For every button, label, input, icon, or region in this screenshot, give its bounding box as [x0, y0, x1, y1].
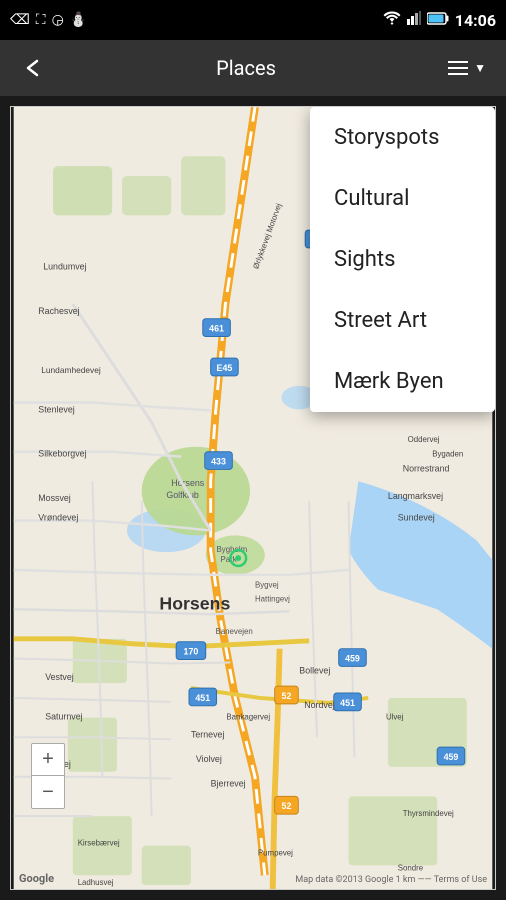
svg-text:Vrøndevej: Vrøndevej	[38, 513, 78, 523]
svg-text:Bygaden: Bygaden	[432, 450, 463, 459]
svg-text:Stenlevej: Stenlevej	[38, 404, 74, 414]
menu-item-maerk-byen[interactable]: Mærk Byen	[310, 351, 495, 412]
svg-text:459: 459	[345, 653, 360, 663]
svg-text:Violvej: Violvej	[196, 754, 222, 764]
svg-text:E45: E45	[217, 363, 233, 373]
map-container[interactable]: Horsens Golfklub Bygholm Park	[10, 106, 496, 890]
svg-text:Sondre: Sondre	[398, 863, 424, 872]
battery-icon	[427, 12, 449, 29]
svg-text:Lundamhedevej: Lundamhedevej	[41, 365, 101, 375]
cast-icon: ◶	[52, 12, 64, 28]
svg-text:52: 52	[282, 691, 292, 701]
svg-text:52: 52	[282, 801, 292, 811]
menu-item-storyspots[interactable]: Storyspots	[310, 107, 495, 168]
menu-item-cultural[interactable]: Cultural	[310, 168, 495, 229]
svg-text:Oddervej: Oddervej	[408, 435, 440, 444]
menu-item-street-art[interactable]: Street Art	[310, 290, 495, 351]
svg-text:Silkeborgvej: Silkeborgvej	[38, 449, 86, 459]
zoom-controls: + −	[31, 743, 65, 809]
action-bar: Places ▼	[0, 40, 506, 96]
status-bar: ⌫ ⛶ ◶ ⛄	[0, 0, 506, 40]
map-footer: Google Map data ©2013 Google 1 km —— Ter…	[11, 872, 495, 885]
dropdown-menu: Storyspots Cultural Sights Street Art Mæ…	[310, 107, 495, 412]
svg-text:Banevejen: Banevejen	[216, 627, 253, 636]
signal-icon	[407, 11, 421, 29]
page-title: Places	[52, 56, 440, 80]
svg-text:Bankagervej: Bankagervej	[226, 713, 270, 722]
svg-text:Horsens: Horsens	[171, 478, 205, 488]
svg-text:461: 461	[209, 324, 224, 334]
chevron-down-icon: ▼	[474, 61, 486, 75]
zoom-out-button[interactable]: −	[32, 776, 64, 808]
status-left-icons: ⌫ ⛶ ◶ ⛄	[10, 12, 87, 28]
wifi-icon	[383, 11, 401, 29]
google-logo: Google	[19, 872, 54, 885]
svg-text:Langmarksvej: Langmarksvej	[388, 491, 443, 501]
android-icon: ⛄	[70, 12, 87, 28]
svg-text:Ternevej: Ternevej	[191, 729, 225, 739]
svg-text:Mossvej: Mossvej	[38, 493, 71, 503]
menu-button[interactable]: ▼	[440, 48, 494, 88]
image-icon: ⛶	[36, 12, 46, 28]
hamburger-icon	[448, 61, 468, 75]
svg-text:Hattingevj: Hattingevj	[255, 594, 290, 603]
svg-text:Thyrsmindevej: Thyrsmindevej	[403, 809, 454, 818]
svg-text:Horsens: Horsens	[159, 593, 230, 613]
map-attribution: Map data ©2013 Google 1 km —— Terms of U…	[295, 875, 487, 885]
menu-item-sights[interactable]: Sights	[310, 229, 495, 290]
svg-text:170: 170	[184, 647, 199, 657]
svg-text:Golfklub: Golfklub	[166, 490, 199, 500]
svg-text:Bjerrevej: Bjerrevej	[211, 779, 246, 789]
usb-icon: ⌫	[10, 12, 30, 28]
back-button[interactable]	[12, 48, 52, 88]
zoom-in-button[interactable]: +	[32, 744, 64, 776]
svg-text:Rachesvej: Rachesvej	[38, 306, 79, 316]
svg-text:Norrestrand: Norrestrand	[403, 463, 450, 473]
svg-text:Saturnvej: Saturnvej	[45, 712, 82, 722]
status-right-icons: 14:06	[383, 11, 496, 30]
svg-text:433: 433	[211, 457, 226, 467]
clock: 14:06	[455, 11, 496, 30]
svg-text:Ulvej: Ulvej	[386, 713, 404, 722]
svg-text:Vestvej: Vestvej	[45, 672, 74, 682]
svg-text:Sundevej: Sundevej	[398, 513, 435, 523]
svg-text:459: 459	[444, 752, 459, 762]
svg-text:Pumpevej: Pumpevej	[258, 849, 293, 858]
svg-text:Lundumvej: Lundumvej	[43, 262, 86, 272]
svg-text:Nordvej: Nordvej	[304, 700, 335, 710]
svg-text:451: 451	[340, 698, 355, 708]
svg-text:Bollevej: Bollevej	[299, 665, 330, 675]
svg-text:Park: Park	[220, 555, 236, 564]
svg-text:Bygvej: Bygvej	[255, 581, 279, 590]
svg-text:451: 451	[195, 693, 210, 703]
svg-text:Kirsebærvej: Kirsebærvej	[78, 839, 120, 848]
